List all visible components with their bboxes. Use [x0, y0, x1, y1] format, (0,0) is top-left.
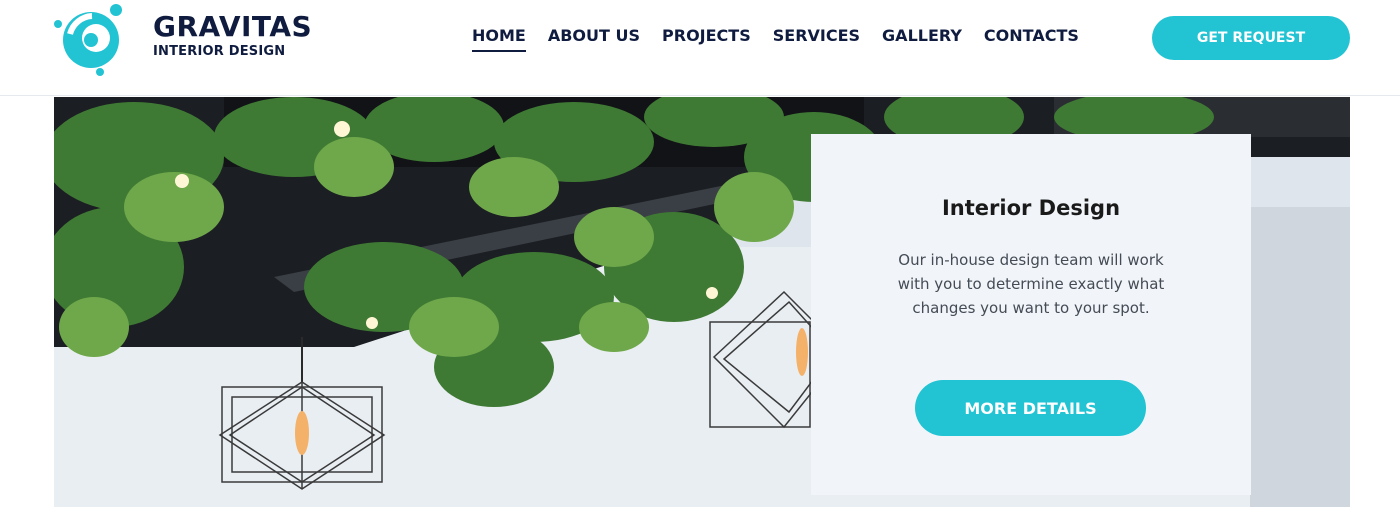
brand[interactable]: GRAVITAS INTERIOR DESIGN [153, 10, 313, 60]
nav-item-gallery[interactable]: GALLERY [882, 26, 962, 46]
nav-item-home[interactable]: HOME [472, 26, 526, 52]
site-header: GRAVITAS INTERIOR DESIGN HOME ABOUT US P… [0, 0, 1400, 96]
gravitas-logo-icon[interactable] [52, 4, 124, 76]
nav-item-services[interactable]: SERVICES [773, 26, 860, 46]
get-request-button[interactable]: GET REQUEST [1152, 16, 1350, 60]
card-title: Interior Design [941, 196, 1121, 220]
nav-item-contacts[interactable]: CONTACTS [984, 26, 1079, 46]
main-nav: HOME ABOUT US PROJECTS SERVICES GALLERY … [472, 26, 1101, 52]
card-description: Our in-house design team will work with … [897, 251, 1165, 317]
more-details-button[interactable]: MORE DETAILS [915, 380, 1146, 436]
nav-item-projects[interactable]: PROJECTS [662, 26, 751, 46]
nav-item-about-us[interactable]: ABOUT US [548, 26, 640, 46]
brand-name: GRAVITAS [153, 10, 313, 43]
brand-tagline: INTERIOR DESIGN [153, 44, 286, 59]
info-card: Interior Design Our in-house design team… [811, 134, 1251, 495]
